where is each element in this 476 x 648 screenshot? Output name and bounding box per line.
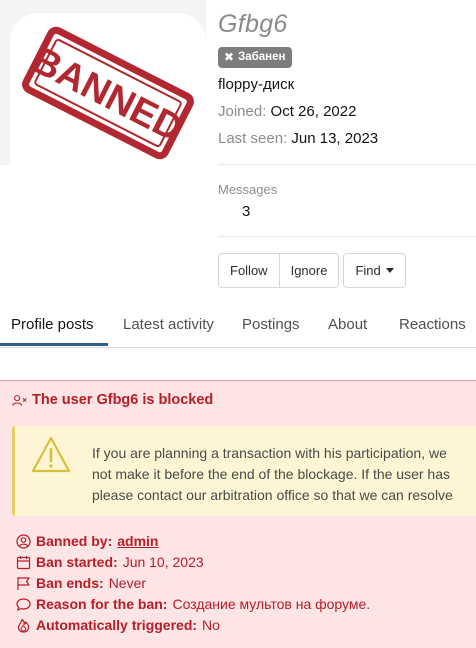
ban-detail-auto: Automatically triggered: No — [16, 617, 220, 633]
ignore-button[interactable]: Ignore — [279, 253, 340, 288]
last-seen-label: Last seen: — [218, 130, 288, 147]
joined-date: Joined: Oct 26, 2022 — [218, 103, 356, 120]
ban-detail-ends: Ban ends: Never — [16, 575, 146, 591]
close-icon: ✖ — [224, 50, 235, 64]
ban-ends-label: Ban ends: — [36, 575, 104, 591]
messages-label: Messages — [218, 182, 278, 197]
avatar[interactable]: BANNED — [10, 13, 206, 189]
warning-line: If you are planning a transaction with h… — [92, 445, 447, 461]
warning-text: If you are planning a transaction with h… — [92, 443, 476, 506]
flag-icon — [17, 576, 30, 590]
user-circle-icon — [16, 533, 31, 549]
last-seen: Last seen: Jun 13, 2023 — [218, 130, 378, 147]
last-seen-value[interactable]: Jun 13, 2023 — [291, 130, 378, 147]
ban-started-value: Jun 10, 2023 — [122, 554, 204, 570]
ban-notice-title: The user Gfbg6 is blocked — [12, 392, 213, 408]
ban-started-label: Ban started: — [36, 554, 118, 570]
follow-button[interactable]: Follow — [218, 253, 280, 288]
fire-icon — [17, 618, 30, 633]
transaction-warning: If you are planning a transaction with h… — [12, 426, 476, 516]
ban-detail-banned-by: Banned by: admin — [16, 533, 158, 549]
divider — [218, 236, 476, 237]
tab-profile-posts[interactable]: Profile posts — [11, 302, 94, 348]
ban-detail-reason: Reason for the ban: Создание мультов на … — [16, 596, 370, 612]
user-blocked-icon — [12, 394, 27, 406]
profile-tabs: Profile posts Latest activity Postings A… — [0, 302, 476, 348]
joined-label: Joined: — [218, 103, 267, 120]
find-button[interactable]: Find — [343, 253, 406, 288]
user-title: floppy-диск — [218, 76, 295, 93]
banned-badge-label: Забанен — [238, 51, 286, 63]
profile-actions: Follow Ignore Find — [218, 253, 406, 288]
tab-reactions[interactable]: Reactions — [399, 302, 466, 348]
warning-icon — [31, 436, 71, 473]
find-button-label: Find — [355, 263, 381, 278]
tab-about[interactable]: About — [328, 302, 367, 348]
tab-latest-activity[interactable]: Latest activity — [123, 302, 214, 348]
ban-detail-started: Ban started: Jun 10, 2023 — [16, 554, 204, 570]
banned-badge: ✖ Забанен — [218, 47, 293, 68]
reason-label: Reason for the ban: — [36, 596, 168, 612]
divider — [218, 164, 476, 165]
warning-line: not make it before the end of the blocka… — [92, 466, 451, 482]
banned-stamp-image: BANNED — [22, 26, 194, 160]
warning-line: please contact our arbitration office so… — [92, 487, 453, 503]
active-tab-indicator — [0, 343, 108, 346]
banned-by-label: Banned by: — [36, 533, 113, 549]
calendar-icon — [16, 555, 31, 569]
username: Gfbg6 — [218, 10, 288, 38]
banned-by-link[interactable]: admin — [117, 533, 158, 549]
ban-ends-value: Never — [108, 575, 147, 591]
reason-value: Создание мультов на форуме. — [172, 596, 371, 612]
joined-value[interactable]: Oct 26, 2022 — [271, 103, 357, 120]
chevron-down-icon — [385, 268, 394, 273]
tab-postings[interactable]: Postings — [242, 302, 300, 348]
messages-count[interactable]: 3 — [242, 203, 250, 220]
comment-icon — [16, 597, 31, 611]
auto-triggered-value: No — [202, 617, 220, 633]
auto-triggered-label: Automatically triggered: — [36, 617, 198, 633]
ban-notice-title-text: The user Gfbg6 is blocked — [32, 392, 214, 408]
